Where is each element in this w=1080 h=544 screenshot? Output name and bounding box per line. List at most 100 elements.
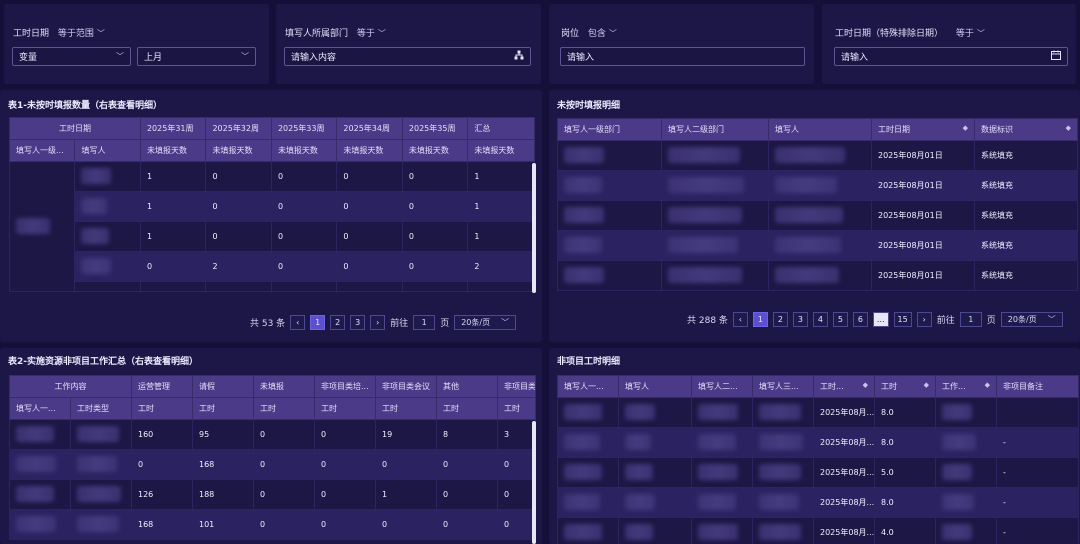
table-cell: 系统填充 bbox=[974, 230, 1078, 261]
table-row[interactable]: 2025年08月... 8.0 - bbox=[557, 427, 1079, 458]
table-row[interactable] bbox=[10, 281, 535, 292]
goto-page-input[interactable]: 1 bbox=[413, 315, 436, 330]
column-header: 工时 bbox=[192, 397, 254, 420]
table-row[interactable]: 1 0 0 0 0 1 bbox=[8, 161, 535, 292]
table-row[interactable]: 2025年08月... 5.0 - bbox=[557, 457, 1079, 488]
table-row[interactable]: 2025年08月01日 系统填充 bbox=[557, 140, 1078, 171]
table-row[interactable]: 2025年08月... 8.0 - bbox=[557, 487, 1079, 518]
page-button[interactable]: 1 bbox=[752, 312, 768, 327]
goto-page-input[interactable]: 1 bbox=[959, 312, 982, 327]
dept-input[interactable]: 请输入内容 bbox=[284, 47, 531, 66]
table-cell: 2025年08月... bbox=[813, 487, 875, 518]
scrollbar-thumb[interactable] bbox=[532, 163, 536, 293]
column-header-sortable[interactable]: 工时日期 ◆ bbox=[871, 118, 975, 141]
filter-dept-operator[interactable]: 等于 ﹀ bbox=[357, 29, 386, 39]
page-button[interactable]: 4 bbox=[812, 312, 828, 327]
table-row[interactable]: 2025年08月... 8.0 bbox=[557, 397, 1079, 428]
page-button[interactable]: 3 bbox=[792, 312, 808, 327]
table-row[interactable]: 2025年08月01日 系统填充 bbox=[557, 260, 1078, 291]
table-cell: 0 bbox=[436, 449, 498, 480]
page-button[interactable]: 2 bbox=[330, 315, 346, 330]
table-cell bbox=[557, 230, 662, 261]
table-cell bbox=[691, 397, 753, 428]
table2-title: 未按时填报明细 bbox=[557, 101, 621, 111]
table-cell: 0 bbox=[253, 419, 315, 450]
table-row[interactable]: 0 168 0 0 0 0 0 bbox=[9, 449, 536, 480]
page-button[interactable]: 15 bbox=[893, 312, 912, 327]
page-button[interactable]: 5 bbox=[832, 312, 848, 327]
column-header-sortable[interactable]: 数据标识 ◆ bbox=[974, 118, 1078, 141]
month-select[interactable]: 上月 ﹀ bbox=[137, 47, 256, 66]
table-cell: 8.0 bbox=[874, 427, 936, 458]
exclude-date-input[interactable]: 请输入 bbox=[834, 47, 1068, 66]
table-cell: 0 bbox=[253, 479, 315, 510]
table-row[interactable]: 2025年08月01日 系统填充 bbox=[557, 170, 1078, 201]
column-header[interactable]: 填写人三... bbox=[752, 375, 814, 398]
filter-post-operator[interactable]: 包含 ﹀ bbox=[588, 29, 617, 39]
table1-scrollbar[interactable] bbox=[532, 163, 536, 293]
table-row[interactable]: 160 95 0 0 19 8 3 bbox=[9, 419, 536, 450]
column-header-sortable[interactable]: 工时 ◆ bbox=[874, 375, 936, 398]
column-header: 2025年31周 bbox=[139, 117, 207, 140]
sort-icon[interactable]: ◆ bbox=[863, 381, 868, 389]
table-cell bbox=[205, 281, 272, 292]
table-row[interactable]: 168 101 0 0 0 0 0 bbox=[9, 509, 536, 540]
table-row[interactable]: 2025年08月01日 系统填充 bbox=[557, 200, 1078, 231]
post-input[interactable]: 请输入 bbox=[560, 47, 805, 66]
org-tree-icon[interactable] bbox=[514, 50, 524, 63]
table-cell bbox=[768, 140, 872, 171]
page-button[interactable]: 6 bbox=[852, 312, 868, 327]
filter-exclude-label[interactable]: 工时日期（特殊排除日期） 等于 ﹀ bbox=[835, 26, 985, 39]
table-cell: 168 bbox=[192, 449, 254, 480]
chevron-down-icon: ﹀ bbox=[976, 29, 985, 38]
table-cell: 0 bbox=[497, 479, 536, 510]
column-group-date: 工时日期 bbox=[9, 117, 141, 140]
column-header[interactable]: 填写人一级部门 bbox=[557, 118, 662, 141]
column-header-sortable[interactable]: 工时... ◆ bbox=[813, 375, 875, 398]
page-button[interactable]: 3 bbox=[350, 315, 366, 330]
filter-post-label[interactable]: 岗位 包含 ﹀ bbox=[561, 26, 617, 39]
more-pages-button[interactable]: ... bbox=[872, 312, 889, 327]
column-header[interactable]: 填写人 bbox=[768, 118, 872, 141]
table-row[interactable]: 2025年08月... 4.0 - bbox=[557, 517, 1079, 544]
page-size-select[interactable]: 20条/页 ﹀ bbox=[1000, 312, 1063, 327]
sort-icon[interactable]: ◆ bbox=[1066, 124, 1071, 132]
sort-icon[interactable]: ◆ bbox=[963, 124, 968, 132]
filter-date-operator[interactable]: 等于范围 ﹀ bbox=[58, 29, 105, 39]
next-page-button[interactable]: › bbox=[370, 315, 386, 330]
page-size-select[interactable]: 20条/页 ﹀ bbox=[454, 315, 517, 330]
scrollbar-thumb[interactable] bbox=[532, 421, 536, 544]
table-row[interactable]: 0 2 0 0 0 2 bbox=[10, 251, 535, 282]
table-row[interactable]: 2025年08月01日 系统填充 bbox=[557, 230, 1078, 261]
column-header[interactable]: 填写人 bbox=[618, 375, 692, 398]
column-header[interactable]: 非项目备注 bbox=[996, 375, 1079, 398]
filter-dept-label[interactable]: 填写人所属部门 等于 ﹀ bbox=[285, 26, 386, 39]
table2-pagination: 共 288 条 ‹ 1 2 3 4 5 6 ... 15 › 前往 1 页 20… bbox=[687, 312, 1063, 327]
column-header[interactable]: 填写人一... bbox=[557, 375, 619, 398]
calendar-icon[interactable] bbox=[1051, 50, 1061, 63]
column-header[interactable]: 填写人二级部门 bbox=[661, 118, 769, 141]
column-header-sortable[interactable]: 工作... ◆ bbox=[935, 375, 997, 398]
sort-icon[interactable]: ◆ bbox=[985, 381, 990, 389]
table-cell bbox=[935, 487, 997, 518]
table-cell: 1 bbox=[467, 221, 535, 252]
table-row[interactable]: 126 188 0 0 1 0 0 bbox=[9, 479, 536, 510]
prev-page-button[interactable]: ‹ bbox=[732, 312, 748, 327]
filter-panel-post: 岗位 包含 ﹀ 请输入 bbox=[549, 4, 814, 84]
page-unit-label: 页 bbox=[440, 319, 450, 329]
variable-select[interactable]: 变量 ﹀ bbox=[12, 47, 131, 66]
page-button[interactable]: 2 bbox=[772, 312, 788, 327]
table-cell bbox=[270, 281, 338, 292]
filter-date-label[interactable]: 工时日期 等于范围 ﹀ bbox=[13, 26, 105, 39]
column-header: 工时类型 bbox=[70, 397, 132, 420]
column-header[interactable]: 填写人二... bbox=[691, 375, 753, 398]
table3-scrollbar[interactable] bbox=[532, 421, 536, 544]
prev-page-button[interactable]: ‹ bbox=[290, 315, 306, 330]
page-button[interactable]: 1 bbox=[310, 315, 326, 330]
table-row[interactable]: 1 0 0 0 0 1 bbox=[10, 221, 535, 252]
sort-icon[interactable]: ◆ bbox=[924, 381, 929, 389]
next-page-button[interactable]: › bbox=[916, 312, 932, 327]
table-cell: 19 bbox=[375, 419, 437, 450]
table-row[interactable]: 1 0 0 0 0 1 bbox=[10, 191, 535, 222]
filter-exclude-operator[interactable]: 等于 ﹀ bbox=[956, 29, 985, 39]
